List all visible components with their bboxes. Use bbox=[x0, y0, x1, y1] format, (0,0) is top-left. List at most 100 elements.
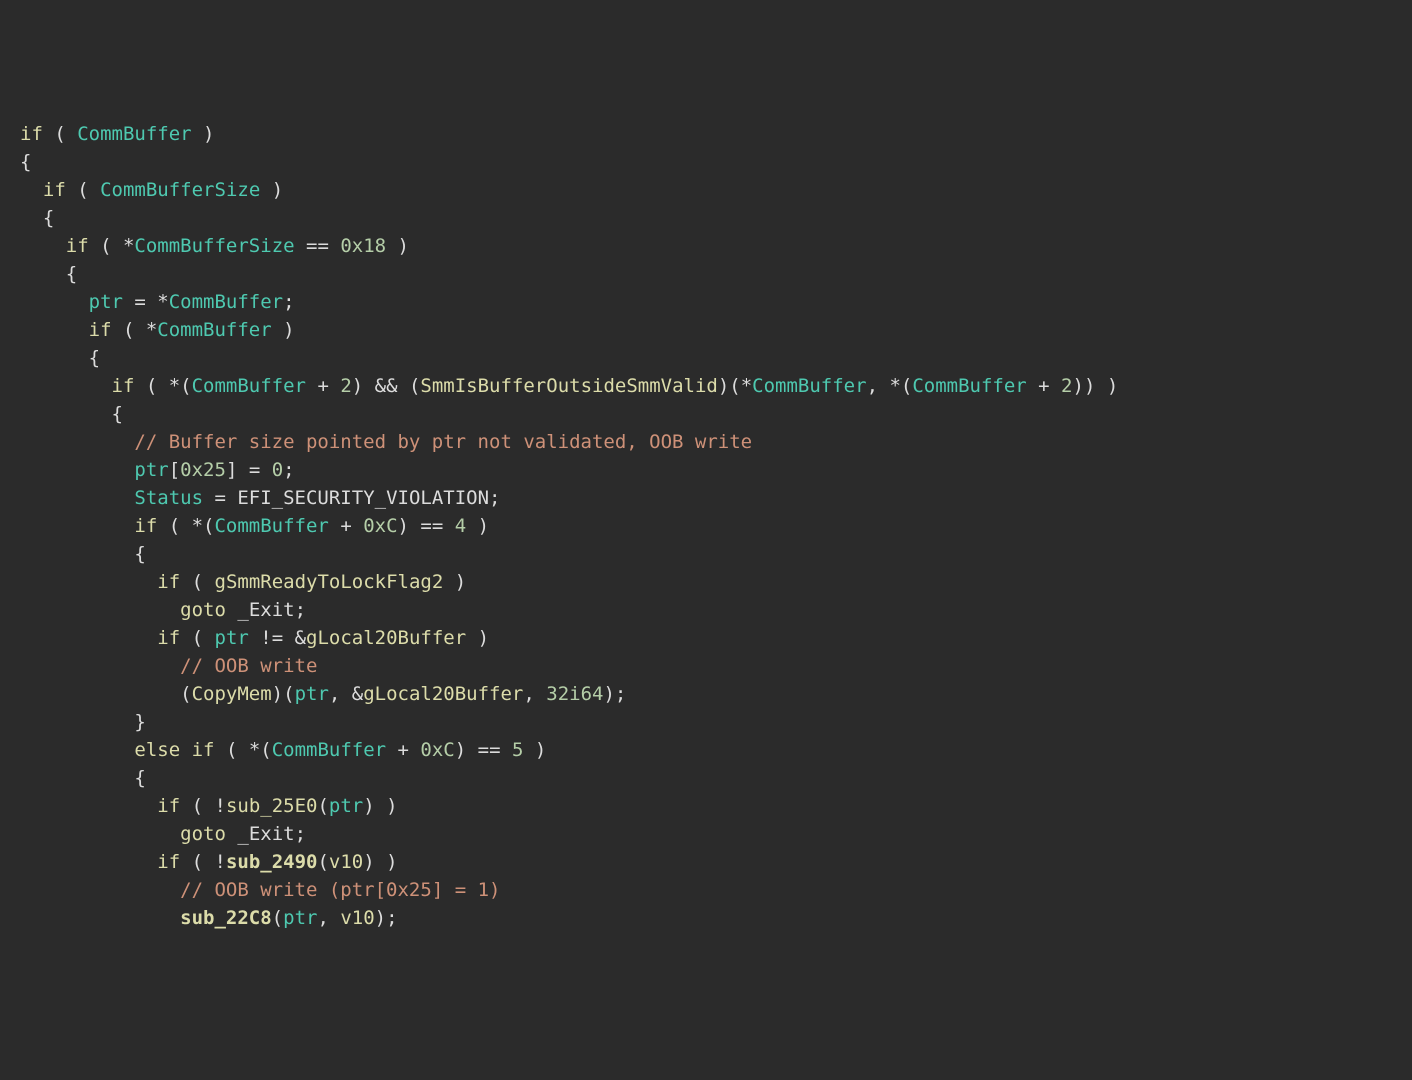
punct: )( bbox=[272, 683, 295, 705]
punct: , bbox=[523, 683, 546, 705]
punct: ( * bbox=[89, 235, 135, 257]
brace: { bbox=[20, 767, 146, 789]
punct: ) bbox=[272, 319, 295, 341]
keyword-if: if bbox=[66, 235, 89, 257]
punct: = * bbox=[123, 291, 169, 313]
punct: )) ) bbox=[1073, 375, 1119, 397]
punct bbox=[180, 739, 191, 761]
punct: ); bbox=[375, 907, 398, 929]
id-v10: v10 bbox=[329, 851, 363, 873]
num-0: 0 bbox=[272, 459, 283, 481]
id-Status: Status bbox=[134, 487, 203, 509]
punct: ( bbox=[272, 907, 283, 929]
num-32i64: 32i64 bbox=[546, 683, 603, 705]
indent bbox=[20, 739, 134, 761]
punct: ( ! bbox=[180, 795, 226, 817]
punct: , *( bbox=[867, 375, 913, 397]
punct: ) bbox=[192, 123, 215, 145]
punct: ( * bbox=[112, 319, 158, 341]
label-Exit: _Exit bbox=[237, 823, 294, 845]
punct: ( bbox=[66, 179, 100, 201]
punct: + bbox=[306, 375, 340, 397]
indent bbox=[20, 795, 157, 817]
indent bbox=[20, 375, 112, 397]
id-CommBuffer: CommBuffer bbox=[77, 123, 191, 145]
indent bbox=[20, 571, 157, 593]
keyword-if: if bbox=[89, 319, 112, 341]
punct: )(* bbox=[718, 375, 752, 397]
indent bbox=[20, 459, 134, 481]
brace: { bbox=[20, 207, 54, 229]
id-CommBuffer: CommBuffer bbox=[192, 375, 306, 397]
comment-oob-1: // Buffer size pointed by ptr not valida… bbox=[134, 431, 752, 453]
id-ptr: ptr bbox=[295, 683, 329, 705]
indent bbox=[20, 291, 89, 313]
punct bbox=[226, 599, 237, 621]
keyword-if: if bbox=[112, 375, 135, 397]
num-0x18: 0x18 bbox=[340, 235, 386, 257]
indent bbox=[20, 823, 180, 845]
id-CommBuffer: CommBuffer bbox=[214, 515, 328, 537]
id-ptr: ptr bbox=[134, 459, 168, 481]
id-CommBufferSize: CommBufferSize bbox=[100, 179, 260, 201]
punct: ( *( bbox=[134, 375, 191, 397]
fn-sub_2490: sub_2490 bbox=[226, 851, 318, 873]
indent bbox=[20, 431, 134, 453]
punct: ( ! bbox=[180, 851, 226, 873]
fn-sub_22C8: sub_22C8 bbox=[180, 907, 272, 929]
keyword-if: if bbox=[134, 515, 157, 537]
punct: ); bbox=[603, 683, 626, 705]
label-Exit: _Exit bbox=[237, 599, 294, 621]
fn-sub_25E0: sub_25E0 bbox=[226, 795, 318, 817]
punct: ; bbox=[489, 487, 500, 509]
fn-SmmIsBufferOutsideSmmValid: SmmIsBufferOutsideSmmValid bbox=[420, 375, 717, 397]
indent bbox=[20, 319, 89, 341]
punct: ; bbox=[295, 823, 306, 845]
indent bbox=[20, 851, 157, 873]
punct: ) && ( bbox=[352, 375, 421, 397]
indent bbox=[20, 879, 180, 901]
punct: ( bbox=[317, 851, 328, 873]
indent bbox=[20, 655, 180, 677]
id-ptr: ptr bbox=[215, 627, 249, 649]
indent bbox=[20, 487, 134, 509]
indent bbox=[20, 515, 134, 537]
brace: { bbox=[20, 543, 146, 565]
brace: } bbox=[20, 711, 146, 733]
id-CommBuffer: CommBuffer bbox=[272, 739, 386, 761]
punct: ] = bbox=[226, 459, 272, 481]
punct: , & bbox=[329, 683, 363, 705]
punct: ( bbox=[180, 571, 214, 593]
punct: ) bbox=[386, 235, 409, 257]
num-2: 2 bbox=[340, 375, 351, 397]
punct: ) ) bbox=[363, 795, 397, 817]
id-gLocal20Buffer: gLocal20Buffer bbox=[306, 627, 466, 649]
keyword-if: if bbox=[157, 795, 180, 817]
keyword-goto: goto bbox=[180, 599, 226, 621]
brace: { bbox=[20, 403, 123, 425]
punct: != & bbox=[249, 627, 306, 649]
num-4: 4 bbox=[455, 515, 466, 537]
indent: ( bbox=[20, 683, 192, 705]
punct: ( bbox=[43, 123, 77, 145]
brace: { bbox=[20, 347, 100, 369]
punct: ) == bbox=[398, 515, 455, 537]
id-gLocal20Buffer: gLocal20Buffer bbox=[363, 683, 523, 705]
num-0xC: 0xC bbox=[420, 739, 454, 761]
punct: ; bbox=[283, 291, 294, 313]
punct: ) ) bbox=[363, 851, 397, 873]
punct: + bbox=[1027, 375, 1061, 397]
punct: ) bbox=[260, 179, 283, 201]
punct: ( bbox=[317, 795, 328, 817]
punct bbox=[226, 823, 237, 845]
indent bbox=[20, 627, 157, 649]
indent bbox=[20, 235, 66, 257]
punct: ) bbox=[466, 627, 489, 649]
punct: ) bbox=[466, 515, 489, 537]
brace: { bbox=[20, 151, 31, 173]
keyword-else: else bbox=[134, 739, 180, 761]
id-CommBuffer: CommBuffer bbox=[169, 291, 283, 313]
keyword-if: if bbox=[157, 851, 180, 873]
punct: , bbox=[317, 907, 340, 929]
id-CommBuffer: CommBuffer bbox=[752, 375, 866, 397]
